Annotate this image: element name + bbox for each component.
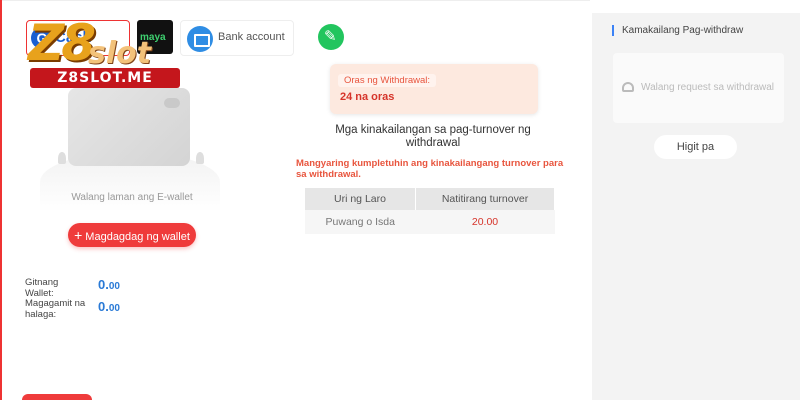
recent-withdrawals-panel: Kamakailang Pag-withdraw Walang request … <box>592 13 800 400</box>
tree-icon <box>196 152 204 164</box>
logo-sub-text: slot <box>88 36 152 71</box>
withdraw-page: G Cash maya Bank account Z8 slot Z8SLOT.… <box>0 0 800 400</box>
withdrawal-time-value: 24 na oras <box>340 91 395 103</box>
recent-withdrawals-empty: Walang request sa withdrawal <box>613 53 784 123</box>
plus-icon: + <box>74 227 83 243</box>
center-wallet-int: 0. <box>98 277 109 292</box>
empty-box-icon <box>622 82 634 92</box>
turnover-table: Uri ng Laro Natitirang turnover Puwang o… <box>305 188 555 234</box>
bank-card-icon <box>187 26 213 52</box>
empty-wallet-text: Walang laman ang E-wallet <box>71 192 193 203</box>
tree-icon <box>58 152 66 164</box>
center-wallet-dec: 00 <box>108 281 120 292</box>
center-wallet-value: 0.00 <box>98 277 120 292</box>
card-icon <box>68 88 190 166</box>
game-type-cell: Puwang o Isda <box>305 210 416 234</box>
empty-wallet-illustration <box>40 82 220 212</box>
edit-icon[interactable] <box>318 24 344 50</box>
brand-logo: Z8 slot Z8SLOT.ME <box>22 14 182 88</box>
add-wallet-label: Magdagdag ng wallet <box>85 231 190 243</box>
top-divider <box>0 0 590 1</box>
table-header-row: Uri ng Laro Natitirang turnover <box>305 188 555 210</box>
left-border <box>0 0 2 400</box>
table-row: Puwang o Isda 20.00 <box>305 210 555 234</box>
usable-amount-label: Magagamit na halaga: <box>25 298 86 320</box>
bottom-action-button[interactable] <box>22 394 92 400</box>
turnover-warning: Mangyaring kumpletuhin ang kinakailangan… <box>296 158 564 180</box>
withdrawal-time-label: Oras ng Withdrawal: <box>338 74 437 87</box>
usable-amount-int: 0. <box>98 299 109 314</box>
logo-main-text: Z8 <box>28 14 96 72</box>
column-game-type: Uri ng Laro <box>305 188 416 210</box>
no-request-text: Walang request sa withdrawal <box>641 82 775 93</box>
see-more-button[interactable]: Higit pa <box>654 135 737 159</box>
column-remaining-turnover: Natitirang turnover <box>415 188 555 210</box>
remaining-turnover-cell: 20.00 <box>415 210 555 234</box>
recent-withdrawals-title: Kamakailang Pag-withdraw <box>612 25 743 36</box>
turnover-requirements-title: Mga kinakailangan sa pag-turnover ng wit… <box>335 124 531 149</box>
bank-account-label: Bank account <box>218 31 285 43</box>
center-wallet-label: Gitnang Wallet: <box>25 277 59 299</box>
withdrawal-time-box: Oras ng Withdrawal: 24 na oras <box>330 64 538 114</box>
add-wallet-button[interactable]: + Magdagdag ng wallet <box>68 223 196 247</box>
tab-bank-account[interactable]: Bank account <box>180 20 294 56</box>
usable-amount-dec: 00 <box>108 303 120 314</box>
usable-amount-value: 0.00 <box>98 299 120 314</box>
